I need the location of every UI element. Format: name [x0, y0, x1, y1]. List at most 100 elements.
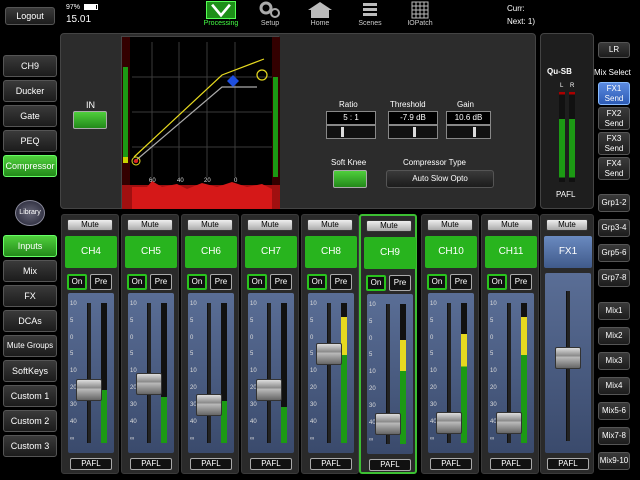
on-button[interactable]: On	[487, 274, 507, 290]
master-fader[interactable]	[555, 347, 581, 370]
master-name[interactable]: FX1	[544, 236, 592, 268]
mute-button[interactable]: Mute	[187, 219, 233, 231]
mute-button[interactable]: Mute	[427, 219, 473, 231]
fx1-send-button[interactable]: FX1 Send	[598, 82, 630, 105]
pre-button[interactable]: Pre	[210, 274, 232, 290]
pafl-button[interactable]: PAFL	[250, 458, 292, 470]
fader-track[interactable]: 10 5 0 5 10 20 30 40 ∞	[308, 293, 354, 453]
fader-track[interactable]: 10 5 0 5 10 20 30 40 ∞	[68, 293, 114, 453]
fader-track[interactable]: 10 5 0 5 10 20 30 40 ∞	[188, 293, 234, 453]
proc-gate[interactable]: Gate	[3, 105, 57, 127]
grp3-4-button[interactable]: Grp3-4	[598, 219, 630, 237]
tab-iopatch[interactable]: IOPatch	[400, 0, 440, 30]
pre-button[interactable]: Pre	[330, 274, 352, 290]
pre-button[interactable]: Pre	[389, 275, 411, 291]
fx4-send-button[interactable]: FX4 Send	[598, 157, 630, 180]
compressor-type-select[interactable]: Auto Slow Opto	[386, 170, 494, 188]
fx3-send-button[interactable]: FX3 Send	[598, 132, 630, 155]
mix9-10-button[interactable]: Mix9-10	[598, 452, 630, 470]
pafl-button[interactable]: PAFL	[310, 458, 352, 470]
tab-setup[interactable]: Setup	[250, 0, 290, 30]
mix7-8-button[interactable]: Mix7-8	[598, 427, 630, 445]
tab-scenes[interactable]: Scenes	[350, 0, 390, 30]
mute-button[interactable]: Mute	[366, 220, 412, 232]
mix1-button[interactable]: Mix1	[598, 302, 630, 320]
proc-ducker[interactable]: Ducker	[3, 80, 57, 102]
layer-mute-groups[interactable]: Mute Groups	[3, 335, 57, 357]
layer-inputs[interactable]: Inputs	[3, 235, 57, 257]
mix3-button[interactable]: Mix3	[598, 352, 630, 370]
proc-peq[interactable]: PEQ	[3, 130, 57, 152]
on-button[interactable]: On	[366, 275, 386, 291]
master-mute-button[interactable]: Mute	[546, 219, 588, 231]
channel-name[interactable]: CH5	[125, 236, 177, 268]
mute-button[interactable]: Mute	[127, 219, 173, 231]
channel-fader[interactable]	[256, 378, 282, 401]
gain-slider[interactable]	[446, 125, 491, 139]
layer-softkeys[interactable]: SoftKeys	[3, 360, 57, 382]
fader-track[interactable]: 10 5 0 5 10 20 30 40 ∞	[488, 293, 534, 453]
pafl-button[interactable]: PAFL	[490, 458, 532, 470]
master-fader-track[interactable]	[545, 273, 591, 453]
grp5-6-button[interactable]: Grp5-6	[598, 244, 630, 262]
grp1-2-button[interactable]: Grp1-2	[598, 194, 630, 212]
fader-track[interactable]: 10 5 0 5 10 20 30 40 ∞	[248, 293, 294, 453]
on-button[interactable]: On	[127, 274, 147, 290]
mix4-button[interactable]: Mix4	[598, 377, 630, 395]
mix5-6-button[interactable]: Mix5-6	[598, 402, 630, 420]
channel-fader[interactable]	[76, 378, 102, 401]
grp7-8-button[interactable]: Grp7-8	[598, 269, 630, 287]
mix2-button[interactable]: Mix2	[598, 327, 630, 345]
channel-fader[interactable]	[196, 393, 222, 416]
library-button[interactable]: Library	[15, 200, 45, 226]
on-button[interactable]: On	[187, 274, 207, 290]
pre-button[interactable]: Pre	[450, 274, 472, 290]
in-button[interactable]	[73, 111, 107, 129]
tab-processing[interactable]: Processing	[200, 0, 242, 30]
ratio-slider[interactable]	[326, 125, 376, 139]
pafl-button[interactable]: PAFL	[190, 458, 232, 470]
layer-custom-1[interactable]: Custom 1	[3, 385, 57, 407]
channel-fader[interactable]	[375, 412, 401, 435]
tab-home[interactable]: Home	[300, 0, 340, 30]
layer-fx[interactable]: FX	[3, 285, 57, 307]
channel-name[interactable]: CH8	[305, 236, 357, 268]
soft-knee-button[interactable]	[333, 170, 367, 188]
pafl-button[interactable]: PAFL	[70, 458, 112, 470]
pre-button[interactable]: Pre	[510, 274, 532, 290]
fader-track[interactable]: 10 5 0 5 10 20 30 40 ∞	[128, 293, 174, 453]
logout-button[interactable]: Logout	[5, 7, 55, 25]
compressor-graph[interactable]: 60 40 20 0	[121, 36, 280, 209]
layer-mix[interactable]: Mix	[3, 260, 57, 282]
mute-button[interactable]: Mute	[67, 219, 113, 231]
fx2-send-button[interactable]: FX2 Send	[598, 107, 630, 130]
pafl-button[interactable]: PAFL	[130, 458, 172, 470]
channel-name[interactable]: CH11	[485, 236, 537, 268]
pre-button[interactable]: Pre	[150, 274, 172, 290]
mix-select-lr[interactable]: LR	[598, 42, 630, 58]
proc-ch9[interactable]: CH9	[3, 55, 57, 77]
mute-button[interactable]: Mute	[307, 219, 353, 231]
on-button[interactable]: On	[67, 274, 87, 290]
layer-dcas[interactable]: DCAs	[3, 310, 57, 332]
pafl-button[interactable]: PAFL	[369, 459, 411, 471]
channel-fader[interactable]	[316, 343, 342, 366]
channel-fader[interactable]	[136, 372, 162, 395]
pre-button[interactable]: Pre	[90, 274, 112, 290]
channel-name[interactable]: CH7	[245, 236, 297, 268]
on-button[interactable]: On	[247, 274, 267, 290]
channel-name[interactable]: CH9	[364, 237, 416, 269]
pre-button[interactable]: Pre	[270, 274, 292, 290]
channel-name[interactable]: CH4	[65, 236, 117, 268]
fader-track[interactable]: 10 5 0 5 10 20 30 40 ∞	[428, 293, 474, 453]
proc-compressor[interactable]: Compressor	[3, 155, 57, 177]
mute-button[interactable]: Mute	[247, 219, 293, 231]
on-button[interactable]: On	[307, 274, 327, 290]
on-button[interactable]: On	[427, 274, 447, 290]
mute-button[interactable]: Mute	[487, 219, 533, 231]
threshold-slider[interactable]	[388, 125, 438, 139]
channel-name[interactable]: CH10	[425, 236, 477, 268]
pafl-button[interactable]: PAFL	[430, 458, 472, 470]
layer-custom-2[interactable]: Custom 2	[3, 410, 57, 432]
fader-track[interactable]: 10 5 0 5 10 20 30 40 ∞	[367, 294, 413, 454]
